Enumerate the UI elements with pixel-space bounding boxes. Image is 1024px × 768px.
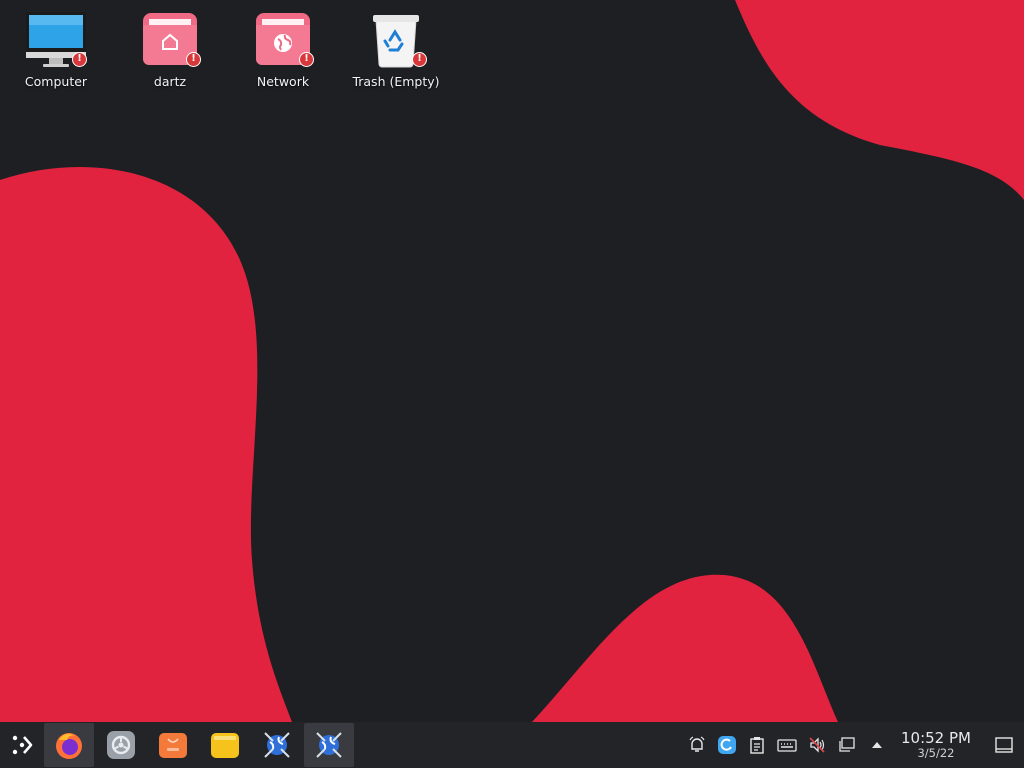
tray-volume[interactable] [802, 722, 832, 768]
desktop-icon-label: dartz [153, 74, 187, 89]
trash-icon: ! [364, 8, 428, 70]
desktop-icon-label: Computer [24, 74, 88, 89]
warning-badge-icon: ! [186, 52, 201, 67]
warning-badge-icon: ! [72, 52, 87, 67]
tray-notifications[interactable] [682, 722, 712, 768]
system-tray: 10:52 PM 3/5/22 [682, 722, 1024, 768]
clock-time: 10:52 PM [901, 728, 971, 747]
expand-tray-icon [872, 742, 882, 748]
network-icon [839, 737, 855, 752]
wallpaper [0, 0, 1024, 768]
clipboard-icon [750, 737, 764, 754]
taskbar: 10:52 PM 3/5/22 [0, 722, 1024, 768]
task-file-manager[interactable] [200, 723, 250, 767]
software-store-icon [159, 733, 187, 758]
computer-icon: ! [24, 8, 88, 70]
tray-network[interactable] [832, 722, 862, 768]
volume-muted-icon [809, 737, 825, 753]
show-desktop-icon [995, 737, 1013, 753]
desktop-icon-label: Network [256, 74, 310, 89]
tray-keyboard[interactable] [772, 722, 802, 768]
digital-clock[interactable]: 10:52 PM 3/5/22 [894, 728, 978, 760]
notifications-icon [689, 736, 705, 752]
app-updates-icon [718, 736, 736, 754]
task-software-store[interactable] [148, 723, 198, 767]
tray-app-updates[interactable] [712, 722, 742, 768]
task-system-settings[interactable] [96, 723, 146, 767]
keyboard-icon [777, 739, 797, 752]
firefox-icon [56, 733, 82, 759]
task-globe-2[interactable] [304, 723, 354, 767]
desktop-icon-trash[interactable]: ! Trash (Empty) [340, 8, 452, 98]
tray-clipboard[interactable] [742, 722, 772, 768]
warning-badge-icon: ! [412, 52, 427, 67]
kde-connect-globe-icon [316, 732, 342, 758]
file-manager-icon [211, 733, 239, 758]
clock-date: 3/5/22 [917, 745, 955, 760]
desktop-icon-label: Trash (Empty) [352, 74, 440, 89]
network-folder-icon: ! [251, 8, 315, 70]
app-launcher-icon [12, 735, 33, 755]
task-globe-1[interactable] [252, 723, 302, 767]
app-launcher-button[interactable] [0, 722, 44, 768]
desktop-icon-home[interactable]: ! dartz [114, 8, 226, 98]
system-settings-icon [107, 731, 135, 759]
warning-badge-icon: ! [299, 52, 314, 67]
task-firefox[interactable] [44, 723, 94, 767]
desktop-icon-computer[interactable]: ! Computer [0, 8, 112, 98]
desktop-icon-network[interactable]: ! Network [227, 8, 339, 98]
show-desktop-button[interactable] [984, 722, 1024, 768]
home-folder-icon: ! [138, 8, 202, 70]
tray-expand[interactable] [862, 722, 892, 768]
kde-connect-globe-icon [264, 732, 290, 758]
